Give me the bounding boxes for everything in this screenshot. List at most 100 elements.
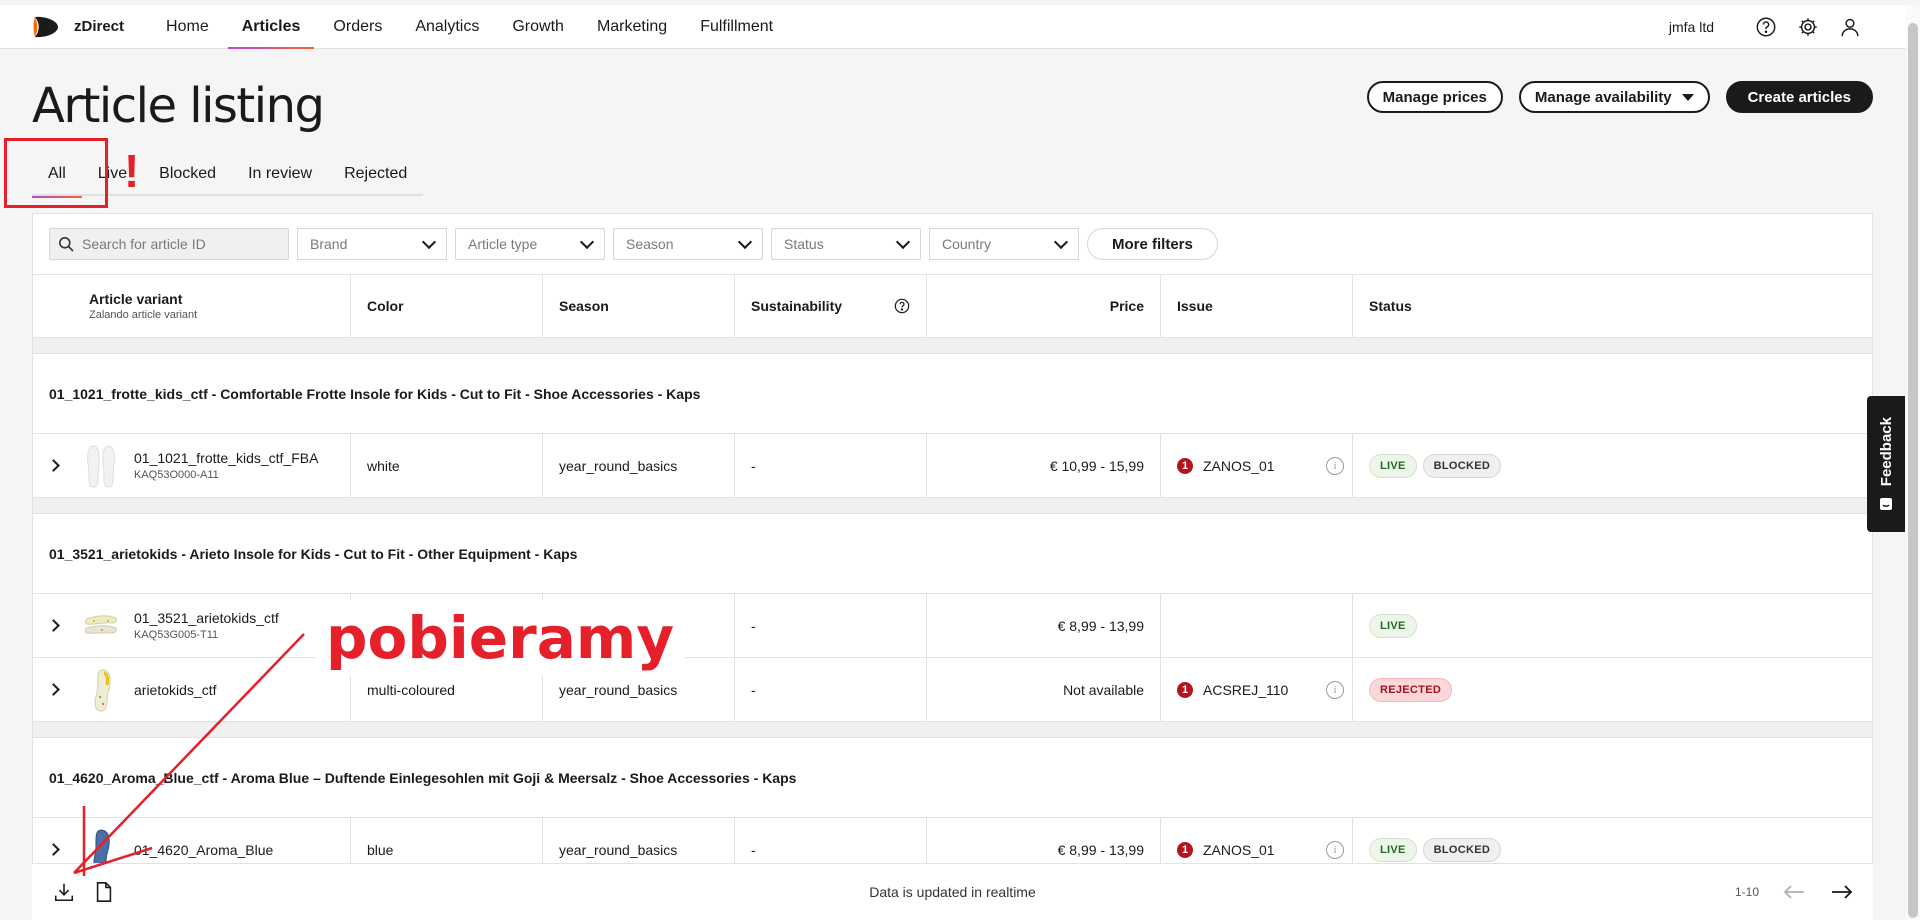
article-group-title: 01_4620_Aroma_Blue_ctf - Aroma Blue – Du… <box>33 738 1872 818</box>
page-actions: Manage prices Manage availability Create… <box>1366 81 1873 113</box>
more-filters-button[interactable]: More filters <box>1087 228 1218 260</box>
chevron-down-icon <box>737 234 753 249</box>
page-title: Article listing <box>32 78 325 134</box>
column-status-label: Status <box>1369 298 1412 314</box>
brand-filter[interactable]: Brand <box>297 228 447 260</box>
status-badge-blocked: BLOCKED <box>1422 837 1502 862</box>
brand-filter-label: Brand <box>310 236 348 252</box>
feedback-icon <box>1880 497 1892 510</box>
info-icon[interactable]: i <box>1326 680 1344 699</box>
nav-marketing[interactable]: Marketing <box>597 5 667 49</box>
table-header: Article variant Zalando article variant … <box>33 274 1872 338</box>
price-cell: € 8,99 - 13,99 <box>927 594 1161 657</box>
article-variant-cell: arietokids_ctf <box>33 658 351 721</box>
help-icon[interactable] <box>894 298 910 314</box>
download-icon[interactable] <box>52 880 76 904</box>
country-filter[interactable]: Country <box>929 228 1079 260</box>
nav-articles[interactable]: Articles <box>227 5 315 49</box>
search-icon <box>59 237 74 252</box>
info-icon[interactable]: i <box>1326 456 1344 475</box>
status-cell: LIVE BLOCKED <box>1353 434 1872 497</box>
chevron-right-icon[interactable] <box>47 459 60 472</box>
company-switcher[interactable]: jmfa ltd <box>1669 19 1714 35</box>
column-status: Status <box>1353 275 1872 337</box>
variant-sku: KAQ53O000-A11 <box>134 469 219 481</box>
status-cell: REJECTED <box>1353 658 1872 721</box>
column-article-variant-label: Article variant <box>89 291 183 307</box>
chevron-right-icon[interactable] <box>47 843 60 856</box>
issue-code: ZANOS_01 <box>1203 457 1275 474</box>
column-color: Color <box>351 275 543 337</box>
status-badge-live: LIVE <box>1369 613 1417 638</box>
nav-orders[interactable]: Orders <box>333 5 382 49</box>
tab-blocked[interactable]: Blocked <box>143 162 232 196</box>
manage-availability-button[interactable]: Manage availability <box>1518 81 1710 113</box>
status-filter[interactable]: Status <box>771 228 921 260</box>
season-filter[interactable]: Season <box>613 228 763 260</box>
column-season-label: Season <box>559 298 609 314</box>
issue-code: ACSREJ_110 <box>1203 681 1289 698</box>
issue-cell: 1 ZANOS_01 i <box>1161 434 1353 497</box>
table-row[interactable]: arietokids_ctf multi-coloured year_round… <box>33 658 1872 722</box>
gear-icon[interactable] <box>1796 15 1820 39</box>
insole-thumbnail <box>84 443 118 489</box>
scrollbar-thumb[interactable] <box>1908 23 1918 918</box>
table-row[interactable]: 01_1021_frotte_kids_ctf_FBA KAQ53O000-A1… <box>33 434 1872 498</box>
color-cell: white <box>351 434 543 497</box>
column-article-variant-sublabel: Zalando article variant <box>89 309 198 321</box>
nav-home[interactable]: Home <box>166 5 209 49</box>
sustainability-cell: - <box>735 658 927 721</box>
variant-name[interactable]: 01_1021_frotte_kids_ctf_FBA <box>134 450 318 466</box>
file-icon[interactable] <box>92 880 116 904</box>
search-input[interactable] <box>82 236 272 252</box>
issue-count-badge: 1 <box>1177 681 1193 698</box>
nav-growth[interactable]: Growth <box>512 5 564 49</box>
issue-count-badge: 1 <box>1177 457 1193 474</box>
sustainability-cell: - <box>735 434 927 497</box>
nav-fulfillment[interactable]: Fulfillment <box>700 5 773 49</box>
status-badge-blocked: BLOCKED <box>1422 453 1502 478</box>
feedback-label: Feedback <box>1877 417 1895 487</box>
issue-cell <box>1161 594 1353 657</box>
issue-cell: 1 ACSREJ_110 i <box>1161 658 1353 721</box>
page-scrollbar[interactable] <box>1906 5 1920 920</box>
info-icon[interactable]: i <box>1326 840 1344 859</box>
arrow-right-icon[interactable] <box>1829 881 1855 903</box>
article-type-filter[interactable]: Article type <box>455 228 605 260</box>
arrow-left-icon[interactable] <box>1781 881 1807 903</box>
column-sustainability-label: Sustainability <box>751 298 843 314</box>
chevron-down-icon <box>895 234 911 249</box>
article-variant-cell: 01_1021_frotte_kids_ctf_FBA KAQ53O000-A1… <box>33 434 351 497</box>
search-field[interactable] <box>49 228 289 260</box>
status-badge-live: LIVE <box>1369 837 1417 862</box>
chevron-down-icon <box>421 234 437 249</box>
article-variant-name: 01_3521_arietokids_ctf KAQ53G005-T11 <box>134 610 279 641</box>
feedback-tab[interactable]: Feedback <box>1867 396 1905 532</box>
help-icon[interactable] <box>1754 15 1778 39</box>
chevron-down-icon <box>579 234 595 249</box>
variant-name[interactable]: 01_4620_Aroma_Blue <box>134 842 273 858</box>
filter-bar: Brand Article type Season Status Country… <box>33 214 1872 274</box>
create-articles-button[interactable]: Create articles <box>1725 81 1873 113</box>
chevron-right-icon[interactable] <box>47 619 60 632</box>
table-row[interactable]: 01_3521_arietokids_ctf KAQ53G005-T11 yea… <box>33 594 1872 658</box>
brand-name: zDirect <box>74 18 125 35</box>
column-price: Price <box>927 275 1161 337</box>
sustainability-cell: - <box>735 594 927 657</box>
nav-analytics[interactable]: Analytics <box>415 5 479 49</box>
season-filter-label: Season <box>626 236 674 252</box>
zdirect-logo-icon[interactable] <box>32 15 60 39</box>
manage-prices-button[interactable]: Manage prices <box>1366 81 1503 113</box>
chevron-right-icon[interactable] <box>47 683 60 696</box>
variant-name[interactable]: arietokids_ctf <box>134 682 216 698</box>
season-cell: year_round_basics <box>543 434 735 497</box>
tab-rejected[interactable]: Rejected <box>328 162 423 196</box>
user-icon[interactable] <box>1838 15 1862 39</box>
caret-down-icon <box>1681 93 1694 101</box>
issue-code: ZANOS_01 <box>1203 841 1275 858</box>
realtime-status-text: Data is updated in realtime <box>869 884 1036 900</box>
variant-name[interactable]: 01_3521_arietokids_ctf <box>134 610 279 626</box>
table-footer: Data is updated in realtime 1-10 <box>32 863 1873 920</box>
page-range: 1-10 <box>1734 885 1759 899</box>
tab-in-review[interactable]: In review <box>232 162 328 196</box>
